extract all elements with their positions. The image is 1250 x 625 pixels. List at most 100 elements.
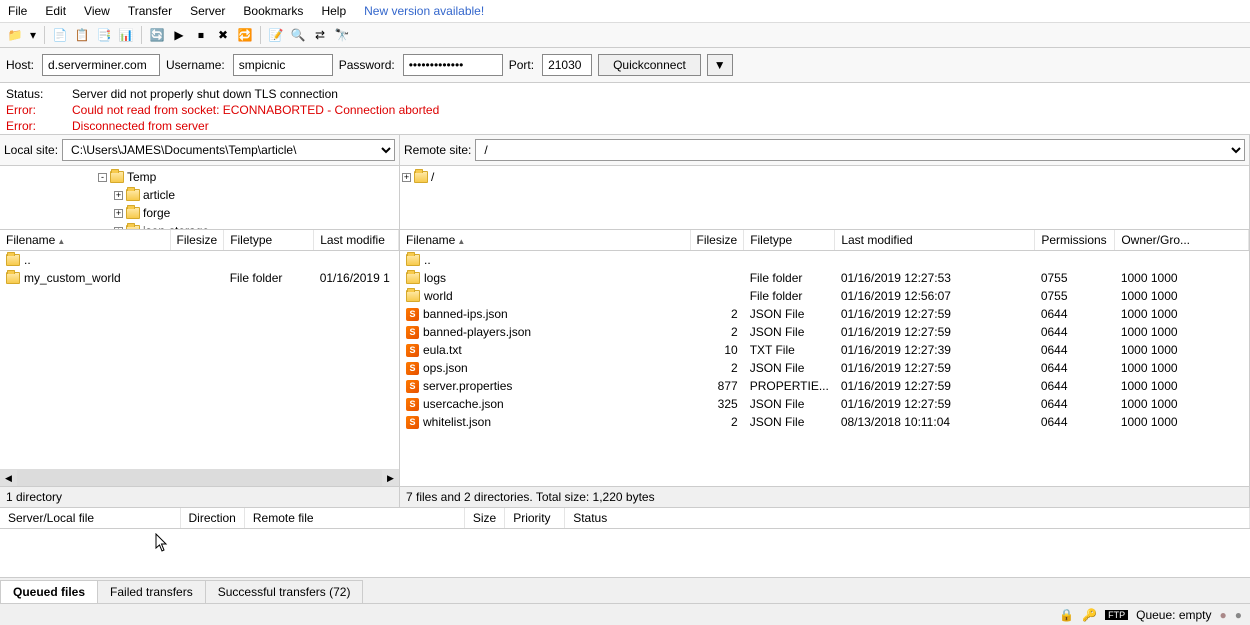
local-col-filetype[interactable]: Filetype (224, 230, 314, 251)
remote-col-owner[interactable]: Owner/Gro... (1115, 230, 1249, 251)
host-input[interactable] (42, 54, 160, 76)
local-hscroll[interactable]: ◀ ▶ (0, 469, 399, 486)
table-row[interactable]: logsFile folder01/16/2019 12:27:53075510… (400, 269, 1249, 287)
remote-tree[interactable]: +/ (400, 166, 1249, 230)
file-icon: S (406, 326, 419, 339)
local-col-filename[interactable]: Filename (6, 233, 55, 247)
table-row[interactable]: my_custom_worldFile folder01/16/2019 1 (0, 269, 399, 287)
tab-queued-files[interactable]: Queued files (0, 580, 98, 603)
table-row[interactable]: Swhitelist.json2JSON File08/13/2018 10:1… (400, 413, 1249, 431)
remote-col-filesize[interactable]: Filesize (690, 230, 744, 251)
file-icon: S (406, 362, 419, 375)
remote-path-select[interactable]: / (475, 139, 1245, 161)
username-input[interactable] (233, 54, 333, 76)
reconnect-icon[interactable]: 🔁 (236, 26, 254, 44)
table-row[interactable]: Susercache.json325JSON File01/16/2019 12… (400, 395, 1249, 413)
queue-col-direction[interactable]: Direction (180, 508, 244, 529)
local-col-modified[interactable]: Last modifie (314, 230, 399, 251)
remote-col-filename[interactable]: Filename (406, 233, 455, 247)
remote-col-filetype[interactable]: Filetype (744, 230, 835, 251)
expand-icon[interactable]: + (114, 191, 123, 200)
log-message: Could not read from socket: ECONNABORTED… (72, 102, 439, 118)
cancel-icon[interactable]: ⏹ (192, 26, 210, 44)
folder-icon (406, 290, 420, 302)
folder-icon (406, 254, 420, 266)
process-queue-icon[interactable]: ▶ (170, 26, 188, 44)
file-name: banned-players.json (423, 325, 531, 339)
menu-help[interactable]: Help (321, 4, 346, 18)
table-row[interactable]: Sserver.properties877PROPERTIE...01/16/2… (400, 377, 1249, 395)
local-tree[interactable]: -Temp+article+forge+json-storage (0, 166, 399, 230)
activity-indicator-2-icon: ● (1235, 608, 1242, 622)
port-label: Port: (509, 58, 534, 72)
refresh-icon[interactable]: 🔄 (148, 26, 166, 44)
remote-col-modified[interactable]: Last modified (835, 230, 1035, 251)
menu-bookmarks[interactable]: Bookmarks (243, 4, 303, 18)
queue-col-status[interactable]: Status (565, 508, 1250, 529)
table-row[interactable]: .. (0, 251, 399, 270)
queue-col-size[interactable]: Size (464, 508, 504, 529)
site-manager-icon[interactable]: 📁 (6, 26, 24, 44)
tree-item[interactable]: +forge (2, 204, 397, 222)
tree-item[interactable]: +json-storage (2, 222, 397, 230)
transfer-queue[interactable]: Server/Local file Direction Remote file … (0, 507, 1250, 577)
message-log[interactable]: Status:Server did not properly shut down… (0, 83, 1250, 135)
quickconnect-button[interactable]: Quickconnect (598, 54, 701, 76)
local-path-select[interactable]: C:\Users\JAMES\Documents\Temp\article\ (62, 139, 395, 161)
table-row[interactable]: Seula.txt10TXT File01/16/2019 12:27:3906… (400, 341, 1249, 359)
remote-col-permissions[interactable]: Permissions (1035, 230, 1115, 251)
filter-icon[interactable]: 📝 (267, 26, 285, 44)
menu-transfer[interactable]: Transfer (128, 4, 172, 18)
new-version-link[interactable]: New version available! (364, 4, 484, 18)
log-label: Status: (6, 86, 72, 102)
quickconnect-dropdown-button[interactable]: ▼ (707, 54, 733, 76)
lock-icon[interactable]: 🔒 (1059, 608, 1074, 622)
scroll-right-icon[interactable]: ▶ (382, 470, 399, 487)
file-icon: S (406, 398, 419, 411)
key-icon[interactable]: 🔑 (1082, 608, 1097, 622)
local-col-filesize[interactable]: Filesize (170, 230, 224, 251)
table-row[interactable]: Sbanned-players.json2JSON File01/16/2019… (400, 323, 1249, 341)
folder-icon (126, 207, 140, 219)
tab-failed-transfers[interactable]: Failed transfers (97, 580, 206, 603)
table-row[interactable]: Sops.json2JSON File01/16/2019 12:27:5906… (400, 359, 1249, 377)
expand-icon[interactable]: + (402, 173, 411, 182)
search-icon[interactable]: 🔍 (289, 26, 307, 44)
compare-icon[interactable]: ⇄ (311, 26, 329, 44)
menu-file[interactable]: File (8, 4, 27, 18)
toggle-remote-tree-icon[interactable]: 📑 (95, 26, 113, 44)
file-name: usercache.json (423, 397, 504, 411)
toggle-queue-icon[interactable]: 📊 (117, 26, 135, 44)
remote-filelist[interactable]: Filename▲ Filesize Filetype Last modifie… (400, 230, 1249, 486)
menu-view[interactable]: View (84, 4, 110, 18)
queue-col-localfile[interactable]: Server/Local file (0, 508, 180, 529)
folder-icon (110, 171, 124, 183)
table-row[interactable]: worldFile folder01/16/2019 12:56:0707551… (400, 287, 1249, 305)
sort-asc-icon: ▲ (457, 237, 465, 246)
scroll-left-icon[interactable]: ◀ (0, 470, 17, 487)
expand-icon[interactable]: + (114, 209, 123, 218)
menu-edit[interactable]: Edit (45, 4, 66, 18)
tree-item[interactable]: -Temp (2, 168, 397, 186)
toggle-local-tree-icon[interactable]: 📋 (73, 26, 91, 44)
toggle-log-icon[interactable]: 📄 (51, 26, 69, 44)
queue-col-priority[interactable]: Priority (505, 508, 565, 529)
expand-icon[interactable]: - (98, 173, 107, 182)
tree-item[interactable]: +/ (402, 168, 1247, 186)
tab-successful-transfers[interactable]: Successful transfers (72) (205, 580, 364, 603)
tree-item[interactable]: +article (2, 186, 397, 204)
port-input[interactable] (542, 54, 592, 76)
password-input[interactable] (403, 54, 503, 76)
folder-icon (6, 254, 20, 266)
table-row[interactable]: Sbanned-ips.json2JSON File01/16/2019 12:… (400, 305, 1249, 323)
table-row[interactable]: .. (400, 251, 1249, 270)
quickconnect-bar: Host: Username: Password: Port: Quickcon… (0, 48, 1250, 83)
site-manager-dropdown-icon[interactable]: ▾ (28, 26, 38, 44)
remote-pathbar: Remote site: / (400, 135, 1249, 166)
queue-col-remotefile[interactable]: Remote file (244, 508, 464, 529)
queue-status-label: Queue: empty (1136, 608, 1211, 622)
binoculars-icon[interactable]: 🔭 (333, 26, 351, 44)
disconnect-icon[interactable]: ✖ (214, 26, 232, 44)
local-filelist[interactable]: Filename▲ Filesize Filetype Last modifie… (0, 230, 399, 469)
menu-server[interactable]: Server (190, 4, 225, 18)
